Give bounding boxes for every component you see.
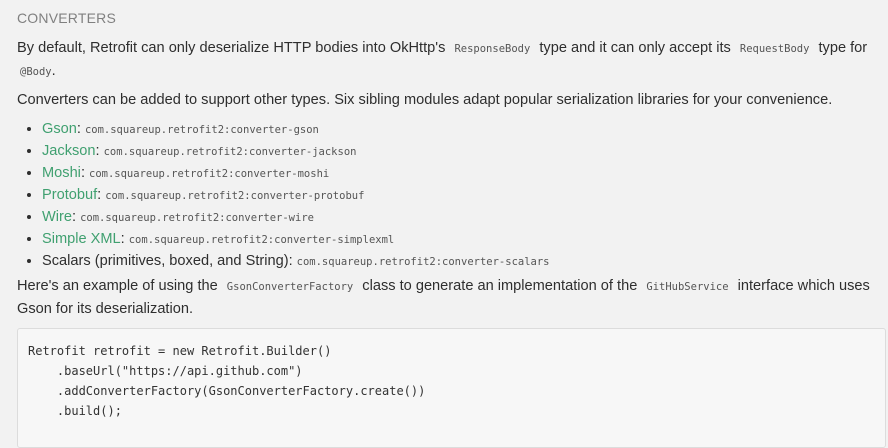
intro-paragraph: By default, Retrofit can only deserializ… <box>17 37 888 83</box>
code-line: .baseUrl("https://api.github.com") <box>28 364 303 378</box>
converter-link[interactable]: Jackson <box>42 143 96 159</box>
intro-text-after: type for <box>818 40 868 56</box>
converter-list-item: Simple XML:com.squareup.retrofit2:conver… <box>42 229 555 251</box>
converter-artifact-code: com.squareup.retrofit2:converter-moshi <box>89 168 330 180</box>
converter-link[interactable]: Simple XML <box>42 231 121 247</box>
converter-name: Scalars (primitives, boxed, and String) <box>42 253 289 269</box>
converter-artifact-code: com.squareup.retrofit2:converter-wire <box>80 212 314 224</box>
converters-intro-paragraph: Converters can be added to support other… <box>17 92 833 108</box>
example-text-before: Here's an example of using the <box>17 278 218 294</box>
converter-separator: : <box>95 143 100 159</box>
code-block: Retrofit retrofit = new Retrofit.Builder… <box>17 328 886 448</box>
code-line: .addConverterFactory(GsonConverterFactor… <box>28 384 426 398</box>
converter-artifact-code: com.squareup.retrofit2:converter-simplex… <box>128 234 395 246</box>
converter-link[interactable]: Protobuf <box>42 187 97 203</box>
code-line: Retrofit retrofit = new Retrofit.Builder… <box>28 344 332 358</box>
intro-text-end: . <box>51 63 56 79</box>
converter-artifact-code: com.squareup.retrofit2:converter-jackson <box>103 146 357 158</box>
response-body-code: ResponseBody <box>454 43 531 55</box>
intro-text-before: By default, Retrofit can only deserializ… <box>17 40 446 56</box>
converter-link[interactable]: Gson <box>42 121 77 137</box>
converter-list-item: Moshi:com.squareup.retrofit2:converter-m… <box>42 163 555 185</box>
converter-artifact-code: com.squareup.retrofit2:converter-protobu… <box>105 190 365 202</box>
section-title: CONVERTERS <box>17 10 116 26</box>
example-paragraph: Here's an example of using the GsonConve… <box>17 275 888 320</box>
code-line: .build(); <box>28 404 122 418</box>
converter-list-item: Wire:com.squareup.retrofit2:converter-wi… <box>42 207 555 229</box>
converter-list-item: Gson:com.squareup.retrofit2:converter-gs… <box>42 119 555 141</box>
converter-list: Gson: com.squareup.retrofit2:converter-gs… <box>42 119 555 273</box>
converter-list-item: Jackson:com.squareup.retrofit2:converter… <box>42 141 555 163</box>
converter-link[interactable]: Moshi <box>42 165 81 181</box>
converter-artifact-code: com.squareup.retrofit2:converter-gson <box>84 124 319 136</box>
request-body-code: RequestBody <box>739 43 810 55</box>
documentation-page: CONVERTERS By default, Retrofit can only… <box>0 0 888 448</box>
converter-list-item: Scalars (primitives, boxed, and String):… <box>42 251 555 273</box>
gson-converter-factory-code: GsonConverterFactory <box>226 281 354 293</box>
converter-link[interactable]: Wire <box>42 209 72 225</box>
example-text-middle: class to generate an implementation of t… <box>362 278 638 294</box>
body-annotation-code: @Body <box>20 66 52 78</box>
converter-artifact-code: com.squareup.retrofit2:converter-scalars <box>296 256 550 268</box>
intro-text-middle: type and it can only accept its <box>539 40 731 56</box>
github-service-code: GitHubService <box>646 281 729 293</box>
converter-list-item: Protobuf:com.squareup.retrofit2:converte… <box>42 185 555 207</box>
